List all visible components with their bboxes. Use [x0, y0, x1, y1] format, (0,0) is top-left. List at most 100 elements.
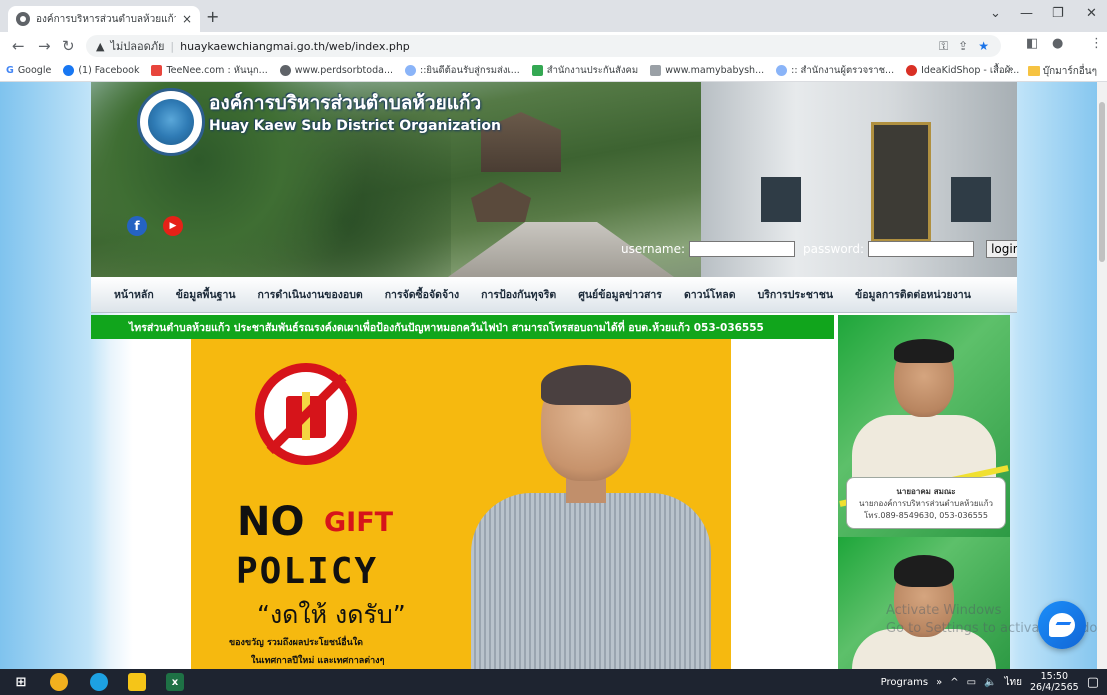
- menu-item-contact[interactable]: ข้อมูลการติดต่อหน่วยงาน: [844, 286, 982, 303]
- windows-start-icon[interactable]: ⊞: [12, 673, 30, 691]
- no-gift-policy-poster[interactable]: NO GIFT POLICY “งดให้ งดรับ” ของขวัญ รวม…: [191, 339, 731, 669]
- bookmark-item[interactable]: www.perdsorbtoda...: [279, 65, 393, 76]
- share-icon[interactable]: ⇪: [958, 39, 968, 54]
- minimize-icon[interactable]: —: [1020, 6, 1033, 21]
- tab-search-icon[interactable]: ⌄: [990, 6, 1001, 21]
- banner-window: [951, 177, 991, 222]
- bookmark-item[interactable]: :: สำนักงานผู้ตรวจราช...: [776, 63, 894, 78]
- menu-item-operations[interactable]: การดำเนินงานของอบต: [247, 286, 374, 303]
- chrome-icon[interactable]: [50, 673, 68, 691]
- sidepanel-icon[interactable]: ◧: [1026, 36, 1038, 51]
- menu-item-info-center[interactable]: ศูนย์ข้อมูลข่าวสาร: [567, 286, 673, 303]
- browser-tab-active[interactable]: องค์การบริหารส่วนตำบลห้วยแก้ว อำเภ ×: [8, 6, 200, 32]
- language-indicator[interactable]: ไทย: [1005, 675, 1022, 690]
- window-close-icon[interactable]: ✕: [1086, 6, 1097, 21]
- official-card-mayor[interactable]: นายอาคม สมณะ นายกองค์การบริหารส่วนตำบลห้…: [838, 315, 1010, 538]
- bookmark-label: TeeNee.com : หันนุก...: [166, 65, 268, 76]
- other-bookmarks[interactable]: บุ๊กมาร์กอื่นๆ: [1027, 64, 1097, 79]
- url-text[interactable]: huaykaewchiangmai.go.th/web/index.php: [180, 40, 410, 53]
- key-icon[interactable]: ⚿: [939, 39, 948, 54]
- site-banner: องค์การบริหารส่วนตำบลห้วยแก้ว Huay Kaew …: [91, 82, 1017, 277]
- forward-icon[interactable]: →: [38, 37, 51, 55]
- omnibox-actions: ⚿ ⇪ ★: [939, 39, 989, 54]
- banner-portrait-frame: [871, 122, 931, 242]
- bookmark-item[interactable]: www.mamybabysh...: [650, 65, 764, 76]
- restore-icon[interactable]: ❐: [1052, 6, 1064, 21]
- google-icon: G: [6, 65, 14, 76]
- bookmark-more-button[interactable]: »: [1008, 64, 1014, 79]
- youtube-icon[interactable]: ▶: [163, 216, 183, 236]
- tray-overflow-icon[interactable]: »: [936, 677, 942, 688]
- facebook-icon[interactable]: f: [127, 216, 147, 236]
- tray-chevron-icon[interactable]: ^: [950, 677, 958, 688]
- reload-icon[interactable]: ↻: [62, 37, 75, 55]
- other-bookmarks-label: บุ๊กมาร์กอื่นๆ: [1042, 66, 1097, 77]
- file-explorer-icon[interactable]: [128, 673, 146, 691]
- page-icon: [650, 65, 662, 76]
- scrollbar-thumb[interactable]: [1099, 102, 1105, 262]
- menu-item-procurement[interactable]: การจัดซื้อจัดจ้าง: [374, 286, 470, 303]
- warning-icon[interactable]: ▲: [96, 40, 104, 53]
- volume-icon[interactable]: 🔈: [984, 677, 996, 688]
- poster-slogan: “งดให้ งดรับ”: [257, 600, 406, 629]
- menu-kebab-icon[interactable]: ⋮: [1090, 36, 1103, 51]
- globe-icon: [279, 65, 291, 76]
- network-icon[interactable]: ▭: [967, 677, 976, 688]
- banner-window: [761, 177, 801, 222]
- clock[interactable]: 15:50 26/4/2565: [1030, 671, 1079, 693]
- news-marquee[interactable]: ไทรส่วนตำบลห้วยแก้ว ประชาสัมพันธ์รณรงค์ง…: [91, 315, 834, 339]
- password-input[interactable]: [868, 241, 975, 257]
- bookmarks-bar: G Google (1) Facebook TeeNee.com : หันนุก…: [0, 60, 1107, 82]
- back-icon[interactable]: ←: [12, 37, 25, 55]
- official-position: นายกองค์การบริหารส่วนตำบลห้วยแก้ว: [858, 499, 994, 508]
- prohibition-slash: [266, 374, 347, 454]
- username-input[interactable]: [689, 241, 796, 257]
- edge-icon[interactable]: [90, 673, 108, 691]
- official-name: นายอาคม สมณะ: [896, 487, 956, 496]
- bookmark-label: ::ยินดีต้อนรับสู่กรมส่งเ...: [420, 65, 520, 76]
- bookmark-label: (1) Facebook: [78, 65, 140, 76]
- bookmark-item[interactable]: สำนักงานประกันสังคม: [531, 63, 639, 78]
- clock-time: 15:50: [1040, 671, 1069, 682]
- tab-strip: องค์การบริหารส่วนตำบลห้วยแก้ว อำเภ × + ⌄…: [0, 0, 1107, 32]
- password-label: password:: [803, 242, 865, 256]
- poster-policy-text: POLICY: [236, 551, 379, 592]
- main-menu: หน้าหลัก ข้อมูลพื้นฐาน การดำเนินงานของอบ…: [91, 277, 1017, 313]
- person-shirt: [471, 493, 711, 669]
- insecure-label[interactable]: ไม่ปลอดภัย: [110, 37, 164, 55]
- poster-subtext-2: ในเทศกาลปีใหม่ และเทศกาลต่างๆ: [251, 656, 385, 666]
- no-gift-sign-icon: [255, 363, 357, 465]
- address-bar[interactable]: ▲ ไม่ปลอดภัย | huaykaewchiangmai.go.th/w…: [86, 35, 1001, 57]
- menu-item-download[interactable]: ดาวน์โหลด: [673, 286, 747, 303]
- ideakid-icon: [906, 65, 918, 76]
- new-tab-button[interactable]: +: [206, 7, 219, 26]
- messenger-chat-button[interactable]: [1038, 601, 1086, 649]
- site-icon: [776, 65, 788, 76]
- site-icon: [405, 65, 416, 76]
- bookmark-item[interactable]: TeeNee.com : หันนุก...: [151, 63, 268, 78]
- notification-icon[interactable]: ▢: [1087, 675, 1099, 690]
- menu-item-home[interactable]: หน้าหลัก: [103, 286, 165, 303]
- official-hair: [894, 339, 954, 363]
- bookmark-label: www.perdsorbtoda...: [294, 65, 393, 76]
- programs-toolbar[interactable]: Programs: [881, 677, 928, 688]
- site-logo[interactable]: [137, 88, 205, 156]
- tab-close-icon[interactable]: ×: [182, 12, 192, 26]
- profile-icon[interactable]: ●: [1052, 36, 1063, 51]
- banner-hut: [471, 182, 531, 222]
- bookmark-star-icon[interactable]: ★: [978, 39, 989, 54]
- page-scrollbar[interactable]: [1097, 82, 1107, 669]
- bookmark-item[interactable]: (1) Facebook: [63, 65, 139, 76]
- login-form: username: password: login: [621, 240, 1017, 258]
- bookmark-label: สำนักงานประกันสังคม: [546, 65, 639, 76]
- menu-item-anti-corruption[interactable]: การป้องกันทุจริต: [470, 286, 567, 303]
- poster-person-photo: [471, 365, 711, 669]
- menu-item-basic-info[interactable]: ข้อมูลพื้นฐาน: [165, 286, 247, 303]
- bookmark-item[interactable]: G Google: [6, 65, 51, 76]
- bookmark-item[interactable]: IdeaKidShop - เสื้อผ้...: [906, 63, 1019, 78]
- login-button[interactable]: login: [986, 240, 1017, 258]
- bookmark-item[interactable]: ::ยินดีต้อนรับสู่กรมส่งเ...: [405, 63, 520, 78]
- excel-icon[interactable]: x: [166, 673, 184, 691]
- poster-subtext-1: ของขวัญ รวมถึงผลประโยชน์อื่นใด: [229, 638, 363, 648]
- menu-item-public-service[interactable]: บริการประชาชน: [747, 286, 844, 303]
